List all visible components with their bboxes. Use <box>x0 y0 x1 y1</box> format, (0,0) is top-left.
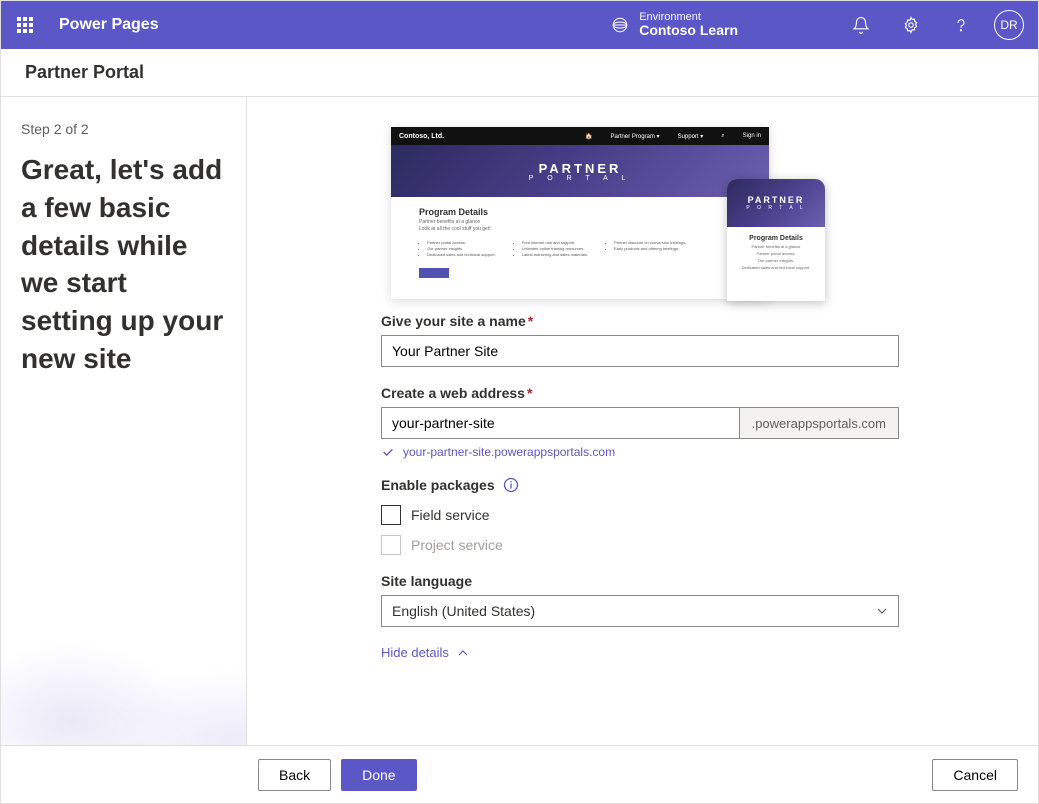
language-select[interactable]: English (United States) <box>381 595 899 627</box>
language-label: Site language <box>381 573 958 589</box>
body: Step 2 of 2 Great, let's add a few basic… <box>1 97 1038 745</box>
main-panel: Contoso, Ltd. 🏠 Partner Program ▾ Suppor… <box>247 97 1038 745</box>
left-heading: Great, let's add a few basic details whi… <box>21 151 226 378</box>
user-avatar[interactable]: DR <box>994 10 1024 40</box>
language-group: Site language English (United States) <box>381 573 958 627</box>
environment-name: Contoso Learn <box>639 23 738 38</box>
top-bar: Power Pages Environment Contoso Learn DR <box>1 1 1038 49</box>
top-actions: DR <box>838 1 1030 49</box>
gear-icon <box>902 16 920 34</box>
checkbox-field-service[interactable]: Field service <box>381 505 958 525</box>
web-address-label: Create a web address* <box>381 385 958 401</box>
checkbox-icon[interactable] <box>381 505 401 525</box>
waffle-icon <box>17 17 33 33</box>
web-address-suffix: .powerappsportals.com <box>739 407 899 439</box>
web-address-group: Create a web address* .powerappsportals.… <box>381 385 958 459</box>
left-panel: Step 2 of 2 Great, let's add a few basic… <box>1 97 247 745</box>
checkbox-icon <box>381 535 401 555</box>
checkbox-label: Project service <box>411 537 503 553</box>
web-address-input[interactable] <box>381 407 739 439</box>
checkmark-icon <box>381 445 395 459</box>
web-address-validation: your-partner-site.powerappsportals.com <box>381 445 958 459</box>
chevron-down-icon <box>876 605 888 617</box>
checkbox-label: Field service <box>411 507 490 523</box>
packages-label: Enable packages <box>381 477 958 493</box>
hide-details-link[interactable]: Hide details <box>381 645 958 660</box>
notifications-button[interactable] <box>838 1 884 49</box>
bell-icon <box>852 16 870 34</box>
environment-picker[interactable]: Environment Contoso Learn <box>611 11 758 38</box>
environment-label: Environment <box>639 11 738 23</box>
site-name-label: Give your site a name* <box>381 313 958 329</box>
language-value: English (United States) <box>392 603 535 619</box>
site-preview: Contoso, Ltd. 🏠 Partner Program ▾ Suppor… <box>381 123 831 301</box>
back-button[interactable]: Back <box>258 759 331 791</box>
footer: Back Done Cancel <box>1 745 1038 803</box>
site-name-input[interactable] <box>381 335 899 367</box>
decorative-wave <box>1 595 247 745</box>
settings-button[interactable] <box>888 1 934 49</box>
step-indicator: Step 2 of 2 <box>21 121 226 137</box>
checkbox-project-service: Project service <box>381 535 958 555</box>
environment-icon <box>611 16 629 34</box>
info-icon[interactable] <box>503 477 519 493</box>
packages-group: Enable packages Field service Project se… <box>381 477 958 555</box>
help-icon <box>952 16 970 34</box>
done-button[interactable]: Done <box>341 759 416 791</box>
site-name-group: Give your site a name* <box>381 313 958 367</box>
app-launcher-button[interactable] <box>1 1 49 49</box>
help-button[interactable] <box>938 1 984 49</box>
app-title[interactable]: Power Pages <box>59 16 159 34</box>
cancel-button[interactable]: Cancel <box>932 759 1018 791</box>
chevron-up-icon <box>457 647 469 659</box>
preview-desktop: Contoso, Ltd. 🏠 Partner Program ▾ Suppor… <box>391 127 769 299</box>
page-title: Partner Portal <box>1 49 1038 97</box>
preview-mobile: PARTNER P O R T A L Program Details Part… <box>727 179 825 301</box>
